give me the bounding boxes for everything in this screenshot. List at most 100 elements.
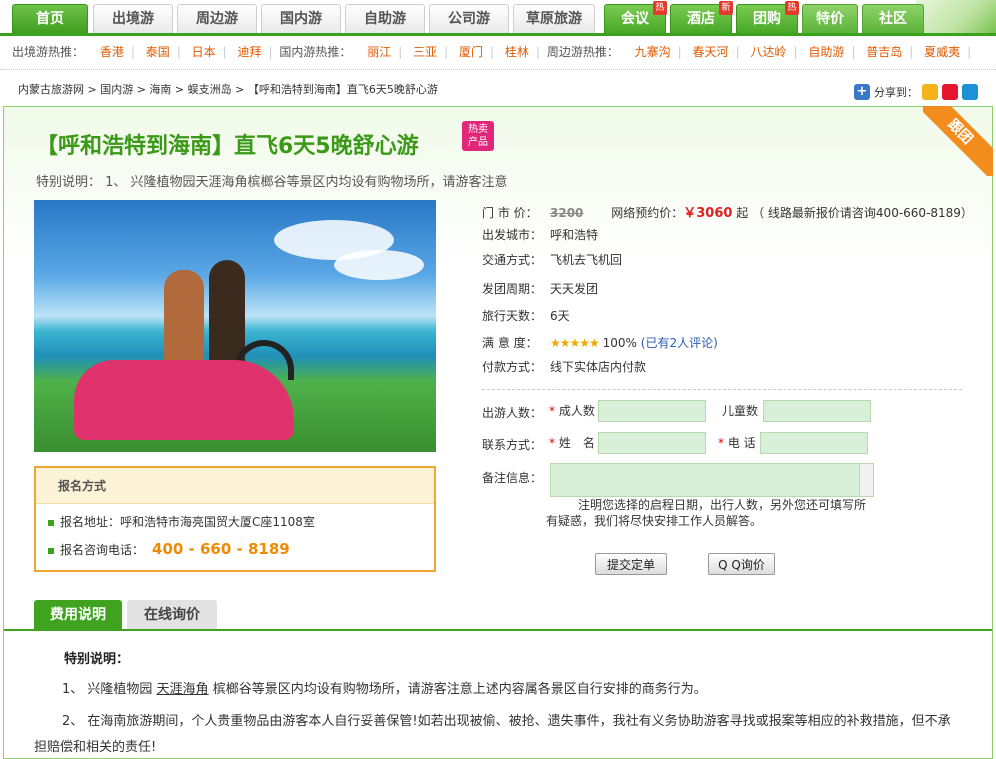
required-mark: * <box>718 436 724 450</box>
reviews-link[interactable]: (已有2人评论) <box>641 336 718 350</box>
hot-product-badge: 热卖 产品 <box>462 121 494 151</box>
notes-hint: 注明您选择的启程日期，出行人数，另外您还可填写所有疑惑，我们将尽快安排工作人员解… <box>546 498 867 528</box>
tab-community[interactable]: 社区 <box>862 4 924 33</box>
phone-label: * 电 话 <box>718 434 756 451</box>
tab-group-buy[interactable]: 团购热 <box>736 1 799 33</box>
name-label: * 姓 名 <box>549 434 595 451</box>
tab-home[interactable]: 首页 <box>12 4 88 33</box>
depart-city-row: 出发城市： 呼和浩特 <box>482 226 598 243</box>
adults-label: * 成人数 <box>549 402 595 419</box>
divider: | <box>268 45 273 59</box>
tianya-haijiao-link[interactable]: 天涯海角 <box>157 682 209 697</box>
divider <box>482 389 962 390</box>
tab-label: 出境游 <box>112 11 154 27</box>
hot-link[interactable]: 自助游 <box>808 45 844 59</box>
tab-underline <box>4 629 992 631</box>
hot-link[interactable]: 迪拜 <box>238 45 262 59</box>
top-navigation: 首页 出境游 周边游 国内游 自助游 公司游 草原旅游 会议热 酒店新 团购热 … <box>0 0 996 36</box>
product-title: 【呼和浩特到海南】直飞6天5晚舒心游 <box>36 134 419 159</box>
tab-fees[interactable]: 费用说明 <box>34 600 122 630</box>
submit-order-button[interactable]: 提交定单 <box>595 553 667 575</box>
signup-title: 报名方式 <box>36 468 434 504</box>
children-input[interactable] <box>763 400 871 422</box>
divider: | <box>222 45 227 59</box>
notes-textarea[interactable] <box>550 463 874 497</box>
tab-nearby[interactable]: 周边游 <box>177 4 257 33</box>
online-price-label: 网络预约价： <box>611 206 684 220</box>
divider: | <box>398 45 403 59</box>
plus-share-icon[interactable]: + <box>854 84 870 100</box>
tab-label: 周边游 <box>196 11 238 27</box>
notes-label: 备注信息： <box>482 471 543 485</box>
satisfaction: 100% <box>602 336 637 350</box>
hot-link[interactable]: 日本 <box>192 45 216 59</box>
latest-price-note: （ 线路最新报价请咨询400-660-8189） <box>752 206 973 220</box>
tab-outbound[interactable]: 出境游 <box>93 4 173 33</box>
new-flag: 新 <box>719 1 733 15</box>
tab-self-guided[interactable]: 自助游 <box>345 4 425 33</box>
hot-link[interactable]: 普吉岛 <box>866 45 902 59</box>
weibo-icon[interactable] <box>942 84 958 100</box>
required-mark: * <box>549 404 555 418</box>
breadcrumb[interactable]: 内蒙古旅游网 > 国内游 > 海南 > 蜈支洲岛 > 【呼和浩特到海南】直飞6天… <box>18 81 438 97</box>
tab-hotel[interactable]: 酒店新 <box>670 1 733 33</box>
tab-online-inquiry[interactable]: 在线询价 <box>127 600 217 630</box>
outbound-hot-label: 出境游热推： <box>12 45 85 59</box>
days: 6天 <box>550 309 570 323</box>
days-row: 旅行天数： 6天 <box>482 307 570 324</box>
hot-link[interactable]: 泰国 <box>146 45 170 59</box>
qzone-icon[interactable] <box>922 84 938 100</box>
details-paragraph-1: 1、 兴隆植物园 天涯海角 槟榔谷等景区内均设有购物场所，请游客注意上述内容属各… <box>34 677 954 703</box>
divider: | <box>176 45 181 59</box>
hot-link[interactable]: 春天河 <box>693 45 729 59</box>
signup-phone-label: 报名咨询电话： <box>60 543 145 557</box>
hot-link[interactable]: 厦门 <box>459 45 483 59</box>
tab-grassland[interactable]: 草原旅游 <box>513 4 595 33</box>
hot-link[interactable]: 八达岭 <box>750 45 786 59</box>
paragraph-text: 1、 兴隆植物园 <box>62 682 157 697</box>
days-label: 旅行天数： <box>482 309 543 323</box>
tab-label: 团购 <box>753 11 781 27</box>
tab-specials[interactable]: 特价 <box>802 4 858 33</box>
price-row: 门 市 价： 3200 网络预约价：￥3060 起 （ 线路最新报价请咨询400-… <box>482 202 973 221</box>
hot-links-bar: 出境游热推： 香港 | 泰国 | 日本 | 迪拜 | 国内游热推： 丽江 | 三亚 | 厦门… <box>0 36 996 70</box>
group-tour-corner: 跟团 <box>923 106 993 176</box>
signup-box: 报名方式 报名地址：呼和浩特市海亮国贸大厦C座1108室 报名咨询电话： 400 … <box>34 466 436 572</box>
hot-link[interactable]: 香港 <box>100 45 124 59</box>
tab-domestic[interactable]: 国内游 <box>261 4 341 33</box>
required-mark: * <box>549 436 555 450</box>
corner-label: 跟团 <box>923 106 993 176</box>
phone-input[interactable] <box>760 432 868 454</box>
hot-link[interactable]: 夏威夷 <box>924 45 960 59</box>
hot-link[interactable]: 丽江 <box>367 45 391 59</box>
qq-inquiry-button[interactable]: Q Q询价 <box>708 553 775 575</box>
paragraph-text: 槟榔谷等景区内均设有购物场所，请游客注意上述内容属各景区自行安排的商务行为。 <box>208 682 707 697</box>
people-label: 出游人数： <box>482 406 543 420</box>
name-input[interactable] <box>598 432 706 454</box>
hot-link[interactable]: 三亚 <box>413 45 437 59</box>
tab-company[interactable]: 公司游 <box>429 4 509 33</box>
tencent-icon[interactable] <box>962 84 978 100</box>
bullet-icon <box>48 519 54 526</box>
divider: | <box>851 45 856 59</box>
divider: | <box>535 45 540 59</box>
domestic-hot-label: 国内游热推： <box>279 45 352 59</box>
satisfaction-row: 满 意 度： ★★★★★ 100% (已有2人评论) <box>482 334 718 351</box>
nearby-hot-label: 周边游热推： <box>546 45 619 59</box>
bullet-icon <box>48 547 54 554</box>
signup-address-row: 报名地址：呼和浩特市海亮国贸大厦C座1108室 <box>48 513 315 530</box>
hot-link[interactable]: 桂林 <box>505 45 529 59</box>
satisfaction-label: 满 意 度： <box>482 336 538 350</box>
signup-address: 报名地址：呼和浩特市海亮国贸大厦C座1108室 <box>60 515 315 529</box>
hot-link[interactable]: 九寨沟 <box>635 45 671 59</box>
schedule-row: 发团周期： 天天发团 <box>482 280 598 297</box>
phone-text: 电 话 <box>727 436 756 450</box>
schedule: 天天发团 <box>550 282 599 296</box>
hot-flag: 热 <box>785 1 799 15</box>
adults-input[interactable] <box>598 400 706 422</box>
payment-row: 付款方式： 线下实体店内付款 <box>482 358 646 375</box>
tab-meeting[interactable]: 会议热 <box>604 1 667 33</box>
notes-scrollbar[interactable] <box>859 464 873 496</box>
signup-phone-row: 报名咨询电话： 400 - 660 - 8189 <box>48 540 290 558</box>
tab-label: 国内游 <box>280 11 322 27</box>
